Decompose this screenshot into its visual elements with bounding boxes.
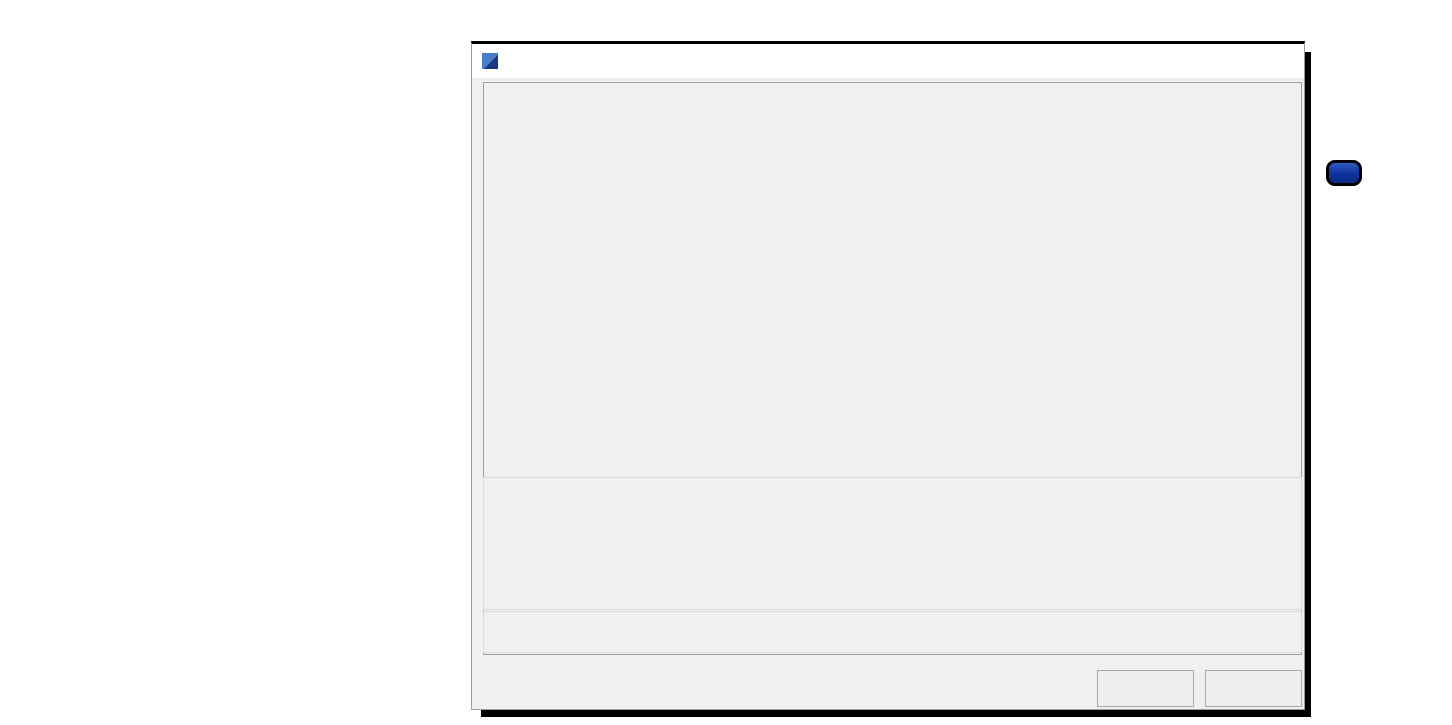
title-bar: [472, 44, 1304, 78]
dialog-window: [471, 41, 1305, 710]
voltar-button[interactable]: [1097, 670, 1194, 707]
close-icon[interactable]: [1278, 59, 1294, 63]
group-comunicacao: [483, 477, 1302, 610]
callout-5: [1326, 160, 1370, 186]
avancar-button[interactable]: [1205, 670, 1302, 707]
callout-badge: [1326, 160, 1362, 186]
screenshot-stage: [0, 0, 1452, 725]
group-homologacao: [483, 611, 1302, 653]
app-icon: [482, 53, 498, 69]
